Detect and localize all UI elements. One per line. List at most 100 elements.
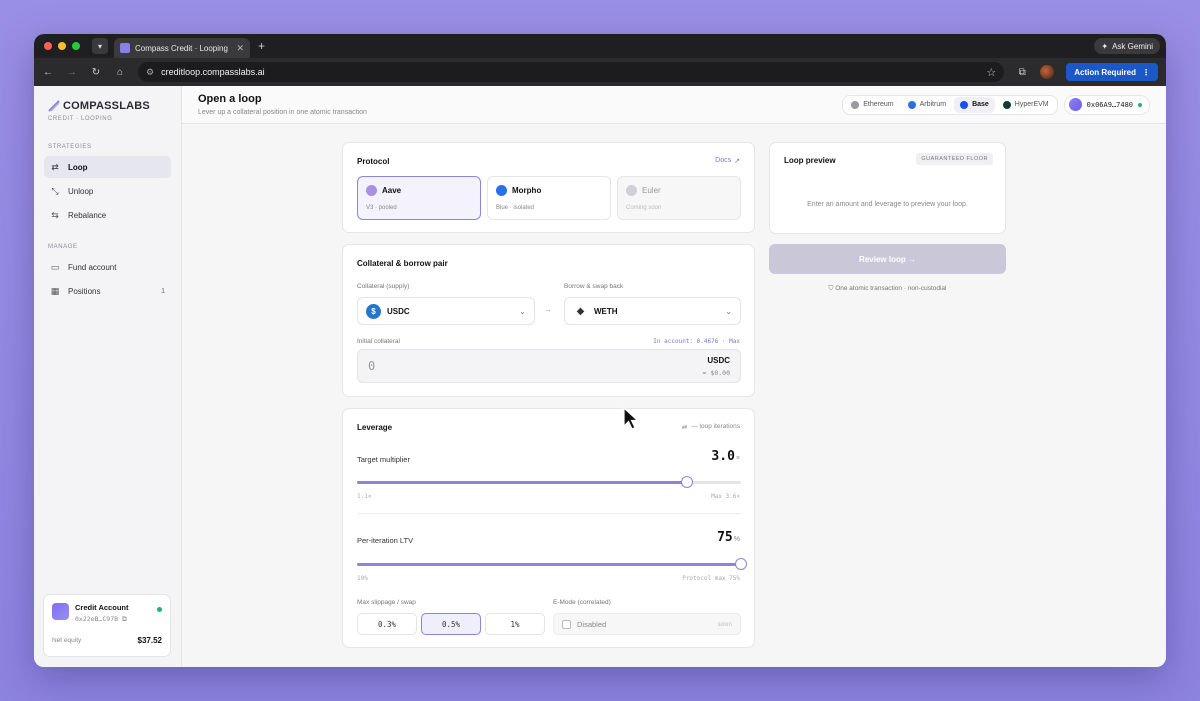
ask-gemini-label: Ask Gemini xyxy=(1112,41,1153,51)
review-loop-button[interactable]: Review loop → xyxy=(769,244,1006,274)
action-required-label: Action Required xyxy=(1074,67,1136,77)
minimize-window-button[interactable] xyxy=(58,42,66,50)
sidebar-item-label: Rebalance xyxy=(68,210,107,220)
browser-tabbar: ▾ Compass Credit · Looping ✕ + ✦ Ask Gem… xyxy=(34,34,1166,58)
initial-collateral-input[interactable]: 0 USDC ≈ $0.00 xyxy=(357,349,741,383)
page-title: Open a loop xyxy=(198,93,262,105)
address-bar[interactable]: ⚙ creditloop.compasslabs.ai ☆ xyxy=(138,62,1005,82)
slippage-label: Max slippage / swap xyxy=(357,599,416,606)
chain-selector: Ethereum Arbitrum Base HyperEVM xyxy=(842,94,1058,115)
collateral-select[interactable]: $ USDC ⌄ xyxy=(357,297,535,325)
action-required-button[interactable]: Action Required ⋮ xyxy=(1066,63,1158,81)
ltv-unit: % xyxy=(733,536,740,543)
atomic-footnote-text: One atomic transaction · non-custodial xyxy=(835,285,947,292)
chain-arbitrum[interactable]: Arbitrum xyxy=(902,97,952,113)
reload-icon[interactable]: ↻ xyxy=(90,67,102,78)
amount-unit: USDC xyxy=(707,356,730,365)
chain-label: HyperEVM xyxy=(1014,101,1049,108)
wallet-address: 0x06A9…7480 xyxy=(1086,100,1133,109)
slippage-option-0-5[interactable]: 0.5% xyxy=(421,613,481,635)
positions-count-badge: 1 xyxy=(161,287,165,295)
loop-preview-empty-text: Enter an amount and leverage to preview … xyxy=(807,201,968,208)
chain-label: Base xyxy=(972,101,989,108)
close-window-button[interactable] xyxy=(44,42,52,50)
sidebar-item-fund-account[interactable]: ▭ Fund account xyxy=(44,256,171,278)
target-unit: × xyxy=(735,455,740,462)
new-tab-icon[interactable]: + xyxy=(258,39,265,53)
sidebar-item-unloop[interactable]: ⤡ Unloop xyxy=(44,180,171,202)
account-status-dot xyxy=(157,607,162,612)
extensions-icon[interactable]: ⧉ xyxy=(1016,67,1028,78)
loop-preview-title: Loop preview xyxy=(784,156,836,165)
browser-window: ▾ Compass Credit · Looping ✕ + ✦ Ask Gem… xyxy=(34,34,1166,667)
copy-icon[interactable]: ⧉ xyxy=(122,615,127,623)
page-header: Open a loop Lever up a collateral positi… xyxy=(182,86,1166,124)
protocol-option-morpho[interactable]: Morpho Blue · isolated xyxy=(487,176,611,220)
ltv-value: 75 % xyxy=(717,530,740,545)
protocol-option-euler: Euler Coming soon xyxy=(617,176,741,220)
target-slider-fill xyxy=(357,481,688,484)
protocol-option-aave[interactable]: Aave V3 · pooled xyxy=(357,176,481,220)
docs-link[interactable]: Docs ↗ xyxy=(715,157,740,165)
chain-ethereum[interactable]: Ethereum xyxy=(845,97,899,113)
target-slider-thumb[interactable] xyxy=(681,476,694,488)
grid-icon: ▦ xyxy=(50,285,60,296)
window-controls xyxy=(44,42,80,50)
borrow-select[interactable]: ◆ WETH ⌄ xyxy=(564,297,741,325)
slippage-option-1[interactable]: 1% xyxy=(485,613,545,635)
sidebar: COMPASSLABS CREDIT · LOOPING STRATEGIES … xyxy=(34,86,182,667)
ltv-slider-thumb[interactable] xyxy=(735,558,747,570)
divider xyxy=(357,513,741,514)
pair-title: Collateral & borrow pair xyxy=(357,259,448,268)
compass-logo-icon xyxy=(48,100,60,112)
wallet-connected-dot xyxy=(1138,102,1142,107)
home-icon[interactable]: ⌂ xyxy=(114,67,126,78)
sidebar-item-positions[interactable]: ▦ Positions 1 xyxy=(44,280,171,302)
back-icon[interactable]: ← xyxy=(42,67,54,78)
ltv-slider[interactable] xyxy=(357,558,747,570)
in-account-max-link[interactable]: In account: 0.4676 · Max xyxy=(653,338,740,345)
protocol-subtitle: Coming soon xyxy=(626,205,662,211)
sidebar-item-rebalance[interactable]: ⇆ Rebalance xyxy=(44,204,171,226)
forward-icon[interactable]: → xyxy=(66,67,78,78)
slippage-option-0-3[interactable]: 0.3% xyxy=(357,613,417,635)
url-text: creditloop.compasslabs.ai xyxy=(161,67,265,77)
profile-avatar[interactable] xyxy=(1040,65,1055,79)
borrow-value: WETH xyxy=(594,306,618,316)
target-multiplier-slider[interactable] xyxy=(357,476,741,488)
chain-hyperevm[interactable]: HyperEVM xyxy=(997,97,1055,113)
ltv-number: 75 xyxy=(717,530,733,545)
chain-label: Arbitrum xyxy=(919,101,947,108)
eth-icon: ◆ xyxy=(573,303,588,319)
borrow-label: Borrow & swap back xyxy=(564,283,624,290)
close-tab-icon[interactable]: ✕ xyxy=(236,43,244,54)
leverage-card: Leverage ⇄ — loop iterations Target mult… xyxy=(342,408,755,648)
main-content: Open a loop Lever up a collateral positi… xyxy=(182,86,1166,667)
ask-gemini-button[interactable]: ✦ Ask Gemini xyxy=(1094,38,1160,54)
protocol-subtitle: Blue · isolated xyxy=(496,205,535,211)
net-equity-value: $37.52 xyxy=(137,636,162,645)
chain-base[interactable]: Base xyxy=(954,96,995,113)
protocol-name: Euler xyxy=(642,186,661,195)
amount-input-value: 0 xyxy=(368,359,376,373)
sidebar-item-label: Fund account xyxy=(68,262,117,272)
tab-search-icon[interactable]: ▾ xyxy=(92,38,108,54)
wallet-button[interactable]: 0x06A9…7480 xyxy=(1063,94,1150,115)
browser-toolbar: ← → ↻ ⌂ ⚙ creditloop.compasslabs.ai ☆ ⧉ … xyxy=(34,58,1166,86)
sidebar-item-loop[interactable]: ⇄ Loop xyxy=(44,156,171,178)
protocol-name: Aave xyxy=(382,186,402,195)
ltv-slider-fill xyxy=(357,563,741,566)
browser-tab-active[interactable]: Compass Credit · Looping ✕ xyxy=(114,38,250,58)
tab-title: Compass Credit · Looping xyxy=(135,43,228,53)
site-settings-icon[interactable]: ⚙ xyxy=(146,67,154,78)
account-avatar xyxy=(52,603,69,620)
credit-account-card[interactable]: Credit Account 0x22eB…C97B ⧉ Net equity … xyxy=(43,594,171,657)
logo-text: COMPASSLABS xyxy=(63,100,150,112)
net-equity-label: Net equity xyxy=(52,637,82,644)
bookmark-star-icon[interactable]: ☆ xyxy=(986,66,996,79)
logo: COMPASSLABS xyxy=(48,100,181,112)
strategies-heading: STRATEGIES xyxy=(48,144,92,150)
sparkle-icon: ✦ xyxy=(1101,41,1109,51)
maximize-window-button[interactable] xyxy=(72,42,80,50)
external-link-icon: ↗ xyxy=(734,158,740,165)
